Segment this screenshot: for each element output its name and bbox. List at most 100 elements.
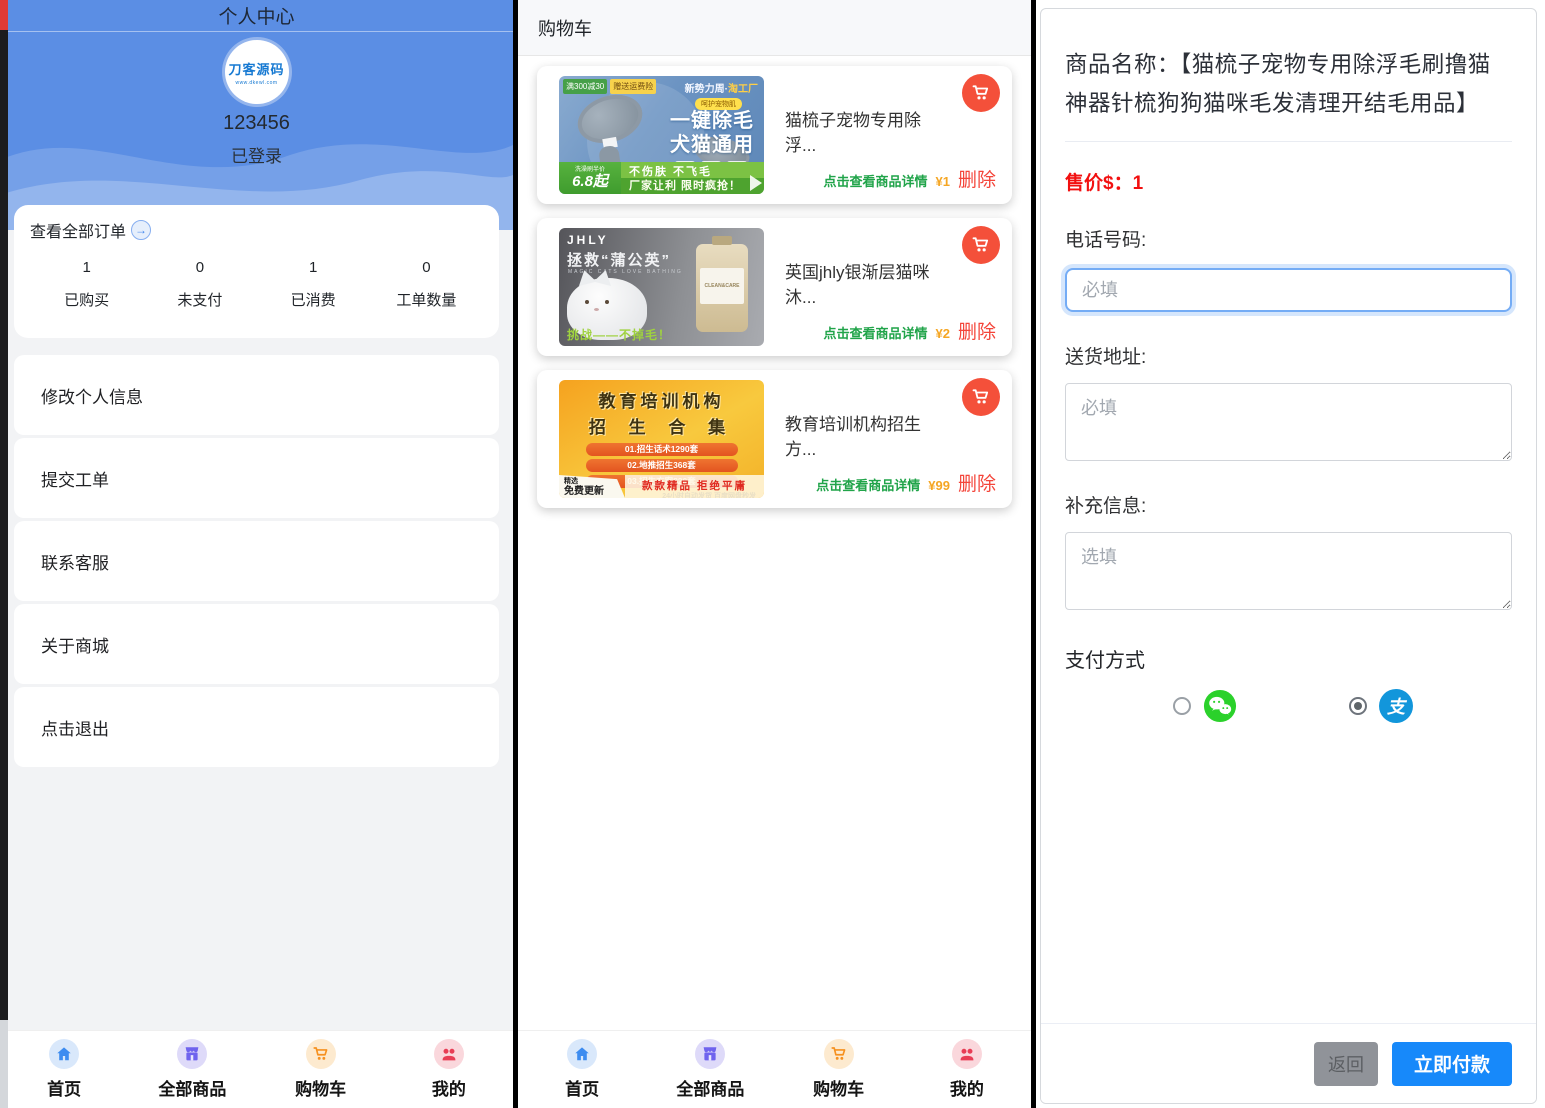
stat-value: 1 — [30, 259, 143, 276]
menu-item-edit-profile[interactable]: 修改个人信息 — [14, 355, 499, 435]
nav-item-home[interactable]: 首页 — [0, 1031, 128, 1108]
ad-badge: 赠送运费险 — [610, 79, 656, 94]
stat-label: 已购买 — [30, 289, 143, 310]
order-footer: 返回 立即付款 — [1041, 1023, 1536, 1103]
ad-banner: 新势力周·淘工厂 — [685, 80, 758, 95]
order-price: 售价$：1 — [1065, 168, 1512, 195]
ad-banner-brand: 淘工厂 — [728, 84, 758, 95]
home-icon — [567, 1039, 597, 1069]
orders-summary-card: 查看全部订单 → 1 已购买 0 未支付 1 已消费 0 工单数量 — [14, 205, 499, 338]
nav-label: 购物车 — [813, 1075, 864, 1100]
ad-headline: 一键除毛 犬猫通用 — [670, 109, 754, 157]
stat-purchased: 1 已购买 — [30, 259, 143, 310]
delete-button[interactable]: 删除 — [958, 469, 996, 496]
nav-item-all-products[interactable]: 全部商品 — [128, 1031, 256, 1108]
cart-item-education: 教育培训机构 招 生 合 集 01.招生话术1290套 02.地推招生368套 … — [537, 370, 1012, 508]
pay-now-button[interactable]: 立即付款 — [1392, 1042, 1512, 1086]
nav-label: 购物车 — [295, 1075, 346, 1100]
stat-label: 未支付 — [143, 289, 256, 310]
order-form: 商品名称：【猫梳子宠物专用除浮毛刷撸猫神器针梳狗狗猫咪毛发清理开结毛用品】 售价… — [1041, 45, 1536, 723]
ad-footer: 精选 免费更新 款款精品 拒绝平庸 — [559, 475, 764, 498]
nav-item-cart[interactable]: 购物车 — [257, 1031, 385, 1108]
address-label: 送货地址: — [1065, 342, 1512, 369]
menu-item-submit-ticket[interactable]: 提交工单 — [14, 438, 499, 518]
order-card: 商品名称：【猫梳子宠物专用除浮毛刷撸猫神器针梳狗狗猫咪毛发清理开结毛用品】 售价… — [1040, 8, 1537, 1104]
wechat-radio[interactable] — [1173, 697, 1191, 715]
stat-consumed: 1 已消费 — [257, 259, 370, 310]
ad-band-row: 不伤肤 不飞毛 — [621, 162, 764, 179]
store-icon — [695, 1039, 725, 1069]
ad-headline-line: 犬猫通用 — [670, 133, 754, 157]
cart-item-brush: 满300减30 赠送运费险 新势力周·淘工厂 呵护宠物肌 一键除毛 犬猫通用 — [537, 66, 1012, 204]
login-status: 已登录 — [0, 142, 513, 167]
bottom-nav: 首页 全部商品 购物车 我的 — [518, 1030, 1031, 1108]
ad-corner-line: 精选 — [564, 475, 625, 486]
phone-label: 电话号码: — [1065, 225, 1512, 252]
item-meta: 点击查看商品详情 ¥99 删除 — [816, 469, 996, 496]
nav-item-me[interactable]: 我的 — [385, 1031, 513, 1108]
ad-band-right: 不伤肤 不飞毛 厂家让利 限时疯抢！ — [621, 162, 764, 194]
item-price: ¥99 — [928, 478, 950, 493]
item-price: ¥1 — [936, 174, 950, 189]
cart-title: 购物车 — [518, 0, 1031, 56]
profile-hero: 刀客源码 www.dkewl.com 123456 已登录 — [0, 32, 513, 230]
view-detail-link[interactable]: 点击查看商品详情 — [816, 475, 920, 494]
payment-method-label: 支付方式 — [1065, 644, 1512, 673]
address-textarea[interactable] — [1065, 383, 1512, 461]
nav-item-me[interactable]: 我的 — [903, 1031, 1031, 1108]
nav-item-all-products[interactable]: 全部商品 — [646, 1031, 774, 1108]
ad-band-row: 厂家让利 限时疯抢！ — [621, 178, 764, 194]
item-price: ¥2 — [936, 326, 950, 341]
ad-price-big: 6.8起 — [572, 173, 608, 190]
nav-item-cart[interactable]: 购物车 — [775, 1031, 903, 1108]
scrollbar-thumb[interactable] — [0, 30, 8, 1020]
nav-item-home[interactable]: 首页 — [518, 1031, 646, 1108]
wechat-icon[interactable] — [1203, 689, 1237, 723]
ad-price-box: 洗澡刷半价 6.8起 — [559, 162, 621, 194]
view-detail-link[interactable]: 点击查看商品详情 — [824, 323, 928, 342]
cart-badge-icon — [962, 378, 1000, 416]
order-product-name: 商品名称：【猫梳子宠物专用除浮毛刷撸猫神器针梳狗狗猫咪毛发清理开结毛用品】 — [1065, 45, 1512, 142]
ad-education: 教育培训机构 招 生 合 集 01.招生话术1290套 02.地推招生368套 … — [559, 380, 764, 498]
nav-label: 首页 — [565, 1075, 599, 1100]
alipay-icon[interactable]: 支 — [1379, 689, 1413, 723]
arrow-right-icon[interactable]: → — [131, 220, 151, 240]
payment-option-wechat[interactable] — [1173, 689, 1237, 723]
payment-option-alipay[interactable]: 支 — [1349, 689, 1413, 723]
extra-info-textarea[interactable] — [1065, 532, 1512, 610]
ad-corner: 精选 免费更新 — [559, 475, 625, 498]
product-image: 教育培训机构 招 生 合 集 01.招生话术1290套 02.地推招生368套 … — [559, 380, 764, 498]
product-title: 教育培训机构招生方... — [785, 410, 948, 460]
delete-button[interactable]: 删除 — [958, 317, 996, 344]
view-detail-link[interactable]: 点击查看商品详情 — [824, 171, 928, 190]
view-all-orders-link[interactable]: 查看全部订单 → — [30, 218, 483, 242]
ad-slogan: 挑战——不掉毛！ — [567, 326, 671, 343]
ad-cat-shampoo: JHLY 拯救“蒲公英” MAGIC CATS LOVE BATHING CLE… — [559, 228, 764, 346]
ad-headline-line: 教育培训机构 — [559, 380, 764, 412]
menu-item-logout[interactable]: 点击退出 — [14, 687, 499, 767]
ad-slogan: 款款精品 拒绝平庸 — [625, 475, 764, 498]
scrollbar-track — [0, 1020, 8, 1108]
users-icon — [434, 1039, 464, 1069]
users-icon — [952, 1039, 982, 1069]
cart-icon — [306, 1039, 336, 1069]
ad-headline-line: 招 生 合 集 — [559, 413, 764, 438]
cart-badge-icon — [962, 226, 1000, 264]
delete-button[interactable]: 删除 — [958, 165, 996, 192]
scrollbar-top-marker — [0, 0, 8, 30]
view-all-orders-label: 查看全部订单 — [30, 218, 126, 242]
alipay-radio[interactable] — [1349, 697, 1367, 715]
bottle-shape: CLEAN&CARE — [696, 244, 748, 332]
menu-item-contact-support[interactable]: 联系客服 — [14, 521, 499, 601]
cart-panel: 购物车 满300减30 赠送运费险 新势力周·淘工厂 呵护 — [518, 0, 1031, 1108]
ad-headline: 拯救“蒲公英” — [567, 249, 671, 270]
cat-eye — [605, 300, 609, 304]
avatar[interactable]: 刀客源码 www.dkewl.com — [225, 40, 289, 104]
logo-text: 刀客源码 — [228, 59, 284, 78]
phone-input[interactable] — [1065, 268, 1512, 312]
nav-label: 首页 — [47, 1075, 81, 1100]
order-stats: 1 已购买 0 未支付 1 已消费 0 工单数量 — [30, 259, 483, 310]
menu-item-about-mall[interactable]: 关于商城 — [14, 604, 499, 684]
back-button[interactable]: 返回 — [1314, 1042, 1378, 1086]
stat-label: 工单数量 — [370, 289, 483, 310]
